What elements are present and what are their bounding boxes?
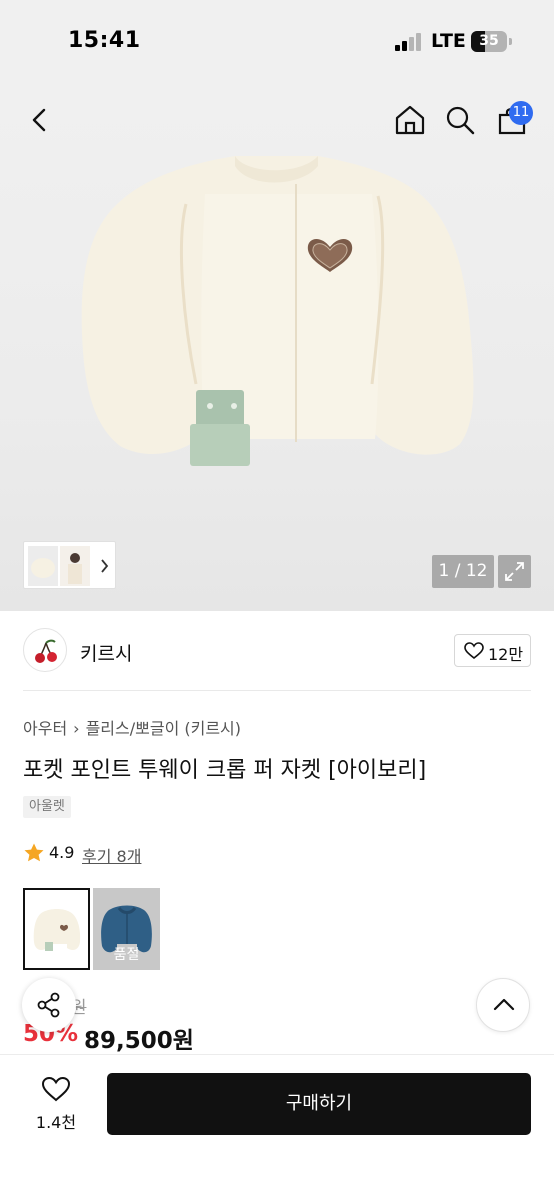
soldout-label: 품절 bbox=[113, 947, 140, 963]
scroll-top-button[interactable] bbox=[476, 978, 530, 1032]
rating-value: 4.9 bbox=[49, 843, 75, 862]
signal-icon bbox=[395, 33, 423, 51]
breadcrumb-item[interactable]: 아우터 bbox=[23, 719, 67, 738]
buy-button[interactable]: 구매하기 bbox=[107, 1073, 531, 1135]
expand-icon bbox=[505, 562, 524, 581]
brand-like-button[interactable]: 12만 bbox=[454, 634, 531, 667]
review-link[interactable]: 후기 8개 bbox=[82, 843, 141, 867]
status-bar: 15:41 LTE 35 bbox=[0, 0, 554, 84]
brand-logo[interactable] bbox=[23, 628, 67, 672]
star-icon bbox=[24, 843, 44, 862]
breadcrumb-item[interactable]: 플리스/뽀글이 (키르시) bbox=[86, 719, 241, 738]
cherry-icon bbox=[35, 639, 57, 663]
chevron-right-icon bbox=[101, 559, 109, 573]
gallery-thumbnails[interactable] bbox=[23, 541, 116, 589]
heart-icon bbox=[41, 1076, 71, 1102]
battery-icon: 35 bbox=[471, 31, 507, 52]
back-icon[interactable] bbox=[26, 106, 54, 134]
outlet-tag: 아울렛 bbox=[23, 796, 71, 818]
share-icon bbox=[37, 992, 60, 1018]
color-swatch-blue[interactable]: 품절 bbox=[93, 888, 160, 970]
chevron-up-icon bbox=[493, 998, 515, 1011]
brand-like-count: 12만 bbox=[488, 645, 524, 664]
image-counter: 1 / 12 bbox=[432, 555, 494, 588]
battery-level: 35 bbox=[479, 33, 499, 49]
brand-name[interactable]: 키르시 bbox=[80, 639, 132, 666]
product-image[interactable] bbox=[0, 84, 554, 611]
share-button[interactable] bbox=[22, 978, 76, 1032]
chevron-right-icon: › bbox=[73, 719, 80, 738]
network-label: LTE bbox=[431, 30, 466, 52]
expand-button[interactable] bbox=[498, 555, 531, 588]
color-swatch-ivory[interactable] bbox=[23, 888, 90, 970]
heart-icon bbox=[464, 642, 484, 660]
cart-count-badge: 11 bbox=[509, 101, 533, 125]
divider bbox=[23, 690, 531, 691]
status-time: 15:41 bbox=[68, 28, 141, 53]
product-title: 포켓 포인트 투웨이 크롭 퍼 자켓 [아이보리] bbox=[23, 758, 427, 783]
wish-button[interactable]: 1.4천 bbox=[27, 1074, 85, 1134]
sale-price: 89,500원 bbox=[84, 1028, 194, 1054]
jacket-illustration bbox=[81, 156, 474, 466]
wish-count: 1.4천 bbox=[35, 1113, 77, 1132]
breadcrumb: 아우터 › 플리스/뽀글이 (키르시) bbox=[23, 715, 241, 739]
search-icon[interactable] bbox=[444, 104, 476, 136]
home-icon[interactable] bbox=[394, 104, 426, 136]
